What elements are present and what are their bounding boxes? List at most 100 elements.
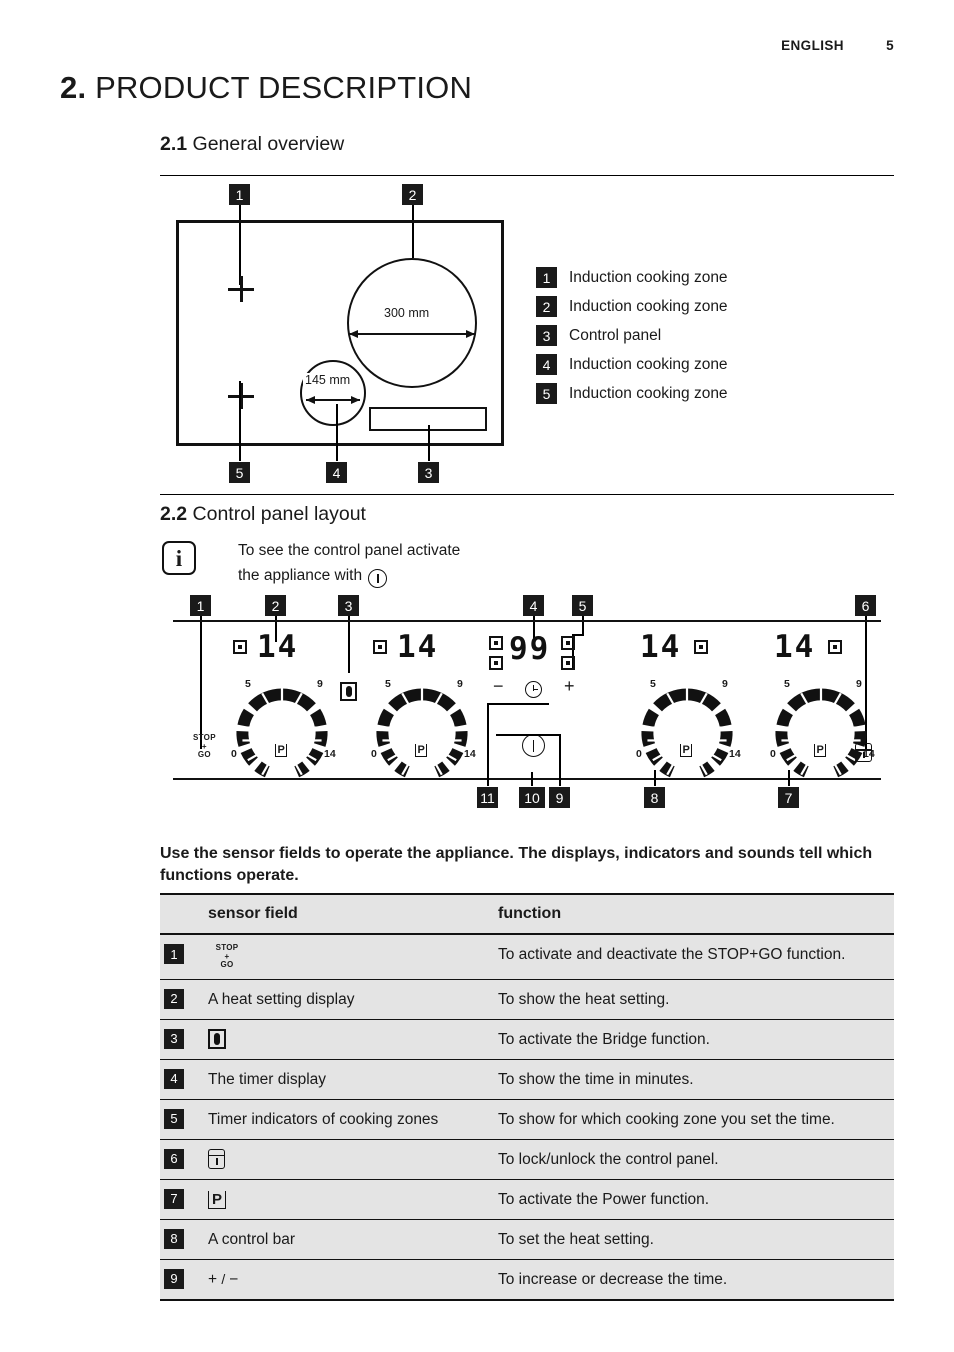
timer-indicator-icon (561, 656, 575, 670)
cooking-zone-5-marker (228, 383, 254, 409)
heat-setting-display: 14 (774, 629, 816, 665)
dimension-arrow-145 (306, 395, 360, 404)
section-title-21: General overview (192, 133, 345, 155)
cp-callout-6: 6 (855, 595, 876, 616)
timer-indicator-icon (561, 636, 575, 650)
section-number-21: 2.1 (160, 133, 188, 155)
header-page-number: 5 (886, 38, 894, 53)
legend-label-4: Induction cooking zone (569, 355, 728, 373)
section-number-22: 2.2 (160, 503, 188, 525)
cp-leader-10 (531, 772, 533, 786)
cp-leader-9b (496, 734, 561, 736)
row-function-1: To activate and deactivate the STOP+GO f… (498, 933, 894, 979)
legend-label-3: Control panel (569, 326, 662, 344)
legend-item: 4 Induction cooking zone (536, 350, 728, 379)
control-bar[interactable] (641, 688, 733, 780)
info-note: i To see the control panel activate the … (162, 541, 460, 588)
timer-minus-button[interactable]: − (493, 676, 504, 697)
table-header-row: sensor field function (160, 893, 894, 934)
row-function-2: To show the heat setting. (498, 978, 894, 1019)
row-num-4: 4 (164, 1068, 184, 1089)
control-bar[interactable] (236, 688, 328, 780)
cp-callout-7: 7 (778, 787, 799, 808)
row-num-1: 1 (164, 944, 184, 964)
section-heading-overview: 2.1 General overview (160, 133, 344, 156)
cp-callout-3: 3 (338, 595, 359, 616)
section-title-22: Control panel layout (192, 503, 366, 525)
page-header: ENGLISH 5 (781, 38, 894, 53)
power-symbol-icon (368, 569, 388, 588)
cooking-zone-control-left-2: 14 5 9 0 14 P (345, 626, 477, 778)
intro-paragraph: Use the sensor fields to operate the app… (160, 845, 873, 884)
section-heading-control-panel: 2.2 Control panel layout (160, 503, 366, 526)
legend-item: 5 Induction cooking zone (536, 379, 728, 408)
hob-leader-5 (239, 381, 241, 461)
power-function-icon[interactable]: P (208, 1190, 227, 1209)
legend-list: 1 Induction cooking zone 2 Induction coo… (536, 263, 728, 408)
minus-icon: − (229, 1270, 239, 1288)
cooking-zone-control-right-1: 14 5 9 0 14 P (610, 626, 742, 778)
table-header-num (160, 893, 208, 934)
row-sensor-4: The timer display (208, 1058, 498, 1099)
row-num-6: 6 (164, 1148, 184, 1169)
table-header-function: function (498, 893, 894, 934)
chapter-number: 2. (60, 70, 87, 105)
heat-setting-display: 14 (640, 629, 682, 665)
legend-num-2: 2 (536, 296, 557, 317)
cooking-zone-2-circle (347, 258, 477, 388)
cp-callout-9: 9 (549, 787, 570, 808)
legend-item: 2 Induction cooking zone (536, 292, 728, 321)
hob-leader-4 (336, 404, 338, 461)
cooking-zone-control-left-1: 14 5 9 0 14 P STOP + GO (193, 626, 337, 778)
cp-callout-10: 10 (519, 787, 545, 808)
plus-icon: + (208, 1270, 218, 1288)
row-function-8: To set the heat setting. (498, 1218, 894, 1259)
row-function-6: To lock/unlock the control panel. (498, 1138, 894, 1179)
info-note-line2: the appliance with (238, 567, 363, 584)
dimension-arrow-300 (349, 329, 475, 338)
hob-leader-3 (428, 425, 430, 461)
legend-num-1: 1 (536, 267, 557, 288)
row-num-3: 3 (164, 1028, 184, 1049)
row-num-2: 2 (164, 988, 184, 1009)
row-sensor-2: A heat setting display (208, 978, 498, 1019)
chapter-title-text: PRODUCT DESCRIPTION (95, 70, 473, 105)
lock-icon[interactable] (208, 1148, 225, 1169)
control-bar[interactable] (775, 688, 867, 780)
divider-control-panel (160, 494, 894, 495)
legend-item: 3 Control panel (536, 321, 728, 350)
heat-setting-display: 14 (257, 629, 299, 665)
on-off-button[interactable] (522, 734, 545, 757)
plus-minus-icon[interactable]: + / − (208, 1258, 498, 1301)
clock-icon[interactable] (525, 681, 542, 698)
row-num-9: 9 (164, 1268, 184, 1289)
sensor-field-table: sensor field function 1 STOP + GO To act… (160, 893, 894, 1301)
row-function-4: To show the time in minutes. (498, 1058, 894, 1099)
row-function-5: To show for which cooking zone you set t… (498, 1098, 894, 1139)
row-function-3: To activate the Bridge function. (498, 1018, 894, 1059)
bridge-icon[interactable] (208, 1028, 226, 1049)
row-num-5: 5 (164, 1108, 184, 1129)
heat-setting-display: 14 (397, 629, 439, 665)
cp-callout-4: 4 (523, 595, 544, 616)
info-note-text: To see the control panel activate the ap… (238, 538, 460, 588)
heat-indicator-icon (373, 640, 387, 654)
row-sensor-5: Timer indicators of cooking zones (208, 1098, 498, 1139)
table-row: 4 The timer display To show the time in … (160, 1058, 894, 1099)
heat-indicator-icon (828, 640, 842, 654)
info-note-line1: To see the control panel activate (238, 542, 461, 559)
lock-icon[interactable] (855, 743, 872, 762)
dimension-label-300: 300 mm (382, 306, 432, 320)
stop-go-label[interactable]: STOP + GO (193, 733, 216, 760)
cp-leader-9 (559, 736, 561, 786)
table-row: 3 To activate the Bridge function. (160, 1018, 894, 1059)
legend-label-2: Induction cooking zone (569, 297, 728, 315)
legend-num-3: 3 (536, 325, 557, 346)
control-bar[interactable] (376, 688, 468, 780)
hob-outline: 300 mm 145 mm (176, 220, 504, 446)
table-row: 1 STOP + GO To activate and deactivate t… (160, 933, 894, 979)
stop-go-icon[interactable]: STOP + GO (210, 943, 244, 970)
timer-plus-button[interactable]: + (564, 676, 575, 697)
header-language: ENGLISH (781, 38, 844, 53)
heat-indicator-icon (694, 640, 708, 654)
